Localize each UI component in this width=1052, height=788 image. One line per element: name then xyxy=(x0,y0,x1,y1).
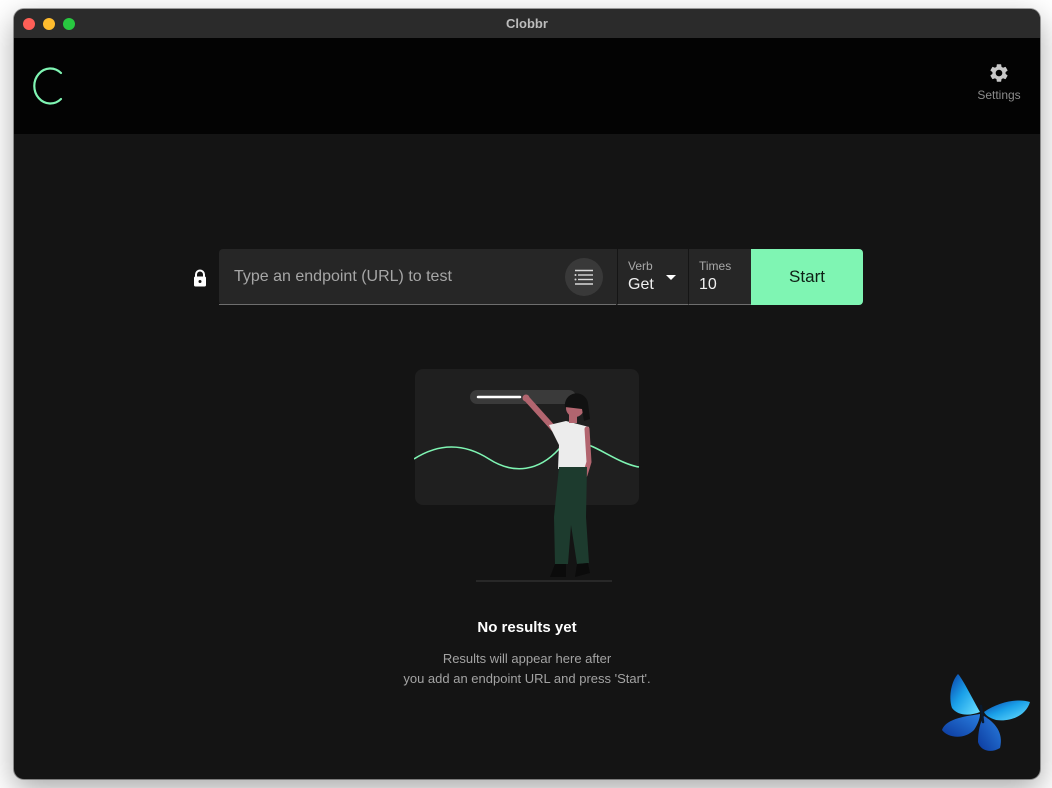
times-label: Times xyxy=(699,259,732,273)
lock-icon[interactable] xyxy=(192,268,208,288)
settings-label: Settings xyxy=(977,88,1021,102)
empty-state-description: Results will appear here after you add a… xyxy=(14,649,1040,689)
verb-value: Get xyxy=(628,276,654,293)
verb-select[interactable]: Verb Get xyxy=(617,249,688,305)
clobbr-logo-icon xyxy=(33,67,63,105)
settings-button[interactable]: Settings xyxy=(974,62,1024,102)
times-input[interactable]: Times 10 xyxy=(688,249,751,305)
url-input[interactable] xyxy=(232,249,556,305)
chevron-down-icon xyxy=(666,275,676,280)
title-bar[interactable]: Clobbr xyxy=(14,9,1040,39)
butterfly-icon xyxy=(942,674,1030,751)
empty-state-line-1: Results will appear here after xyxy=(442,651,612,666)
times-value[interactable]: 10 xyxy=(699,276,717,294)
request-options-button[interactable] xyxy=(565,258,603,296)
empty-state-illustration xyxy=(414,369,640,582)
start-button[interactable]: Start xyxy=(751,249,863,305)
window-title: Clobbr xyxy=(506,16,548,31)
empty-state-line-2: you add an endpoint URL and press 'Start… xyxy=(403,671,651,686)
app-header: Settings xyxy=(14,38,1040,134)
request-bar: Verb Get Times 10 Start xyxy=(219,249,863,305)
gear-icon xyxy=(990,64,1008,82)
options-list-icon xyxy=(574,269,593,285)
empty-state-title: No results yet xyxy=(477,619,577,636)
app-window: Clobbr Settings Type an endpoint (URL) t… xyxy=(14,9,1040,779)
verb-label: Verb xyxy=(628,259,653,273)
url-field[interactable] xyxy=(219,249,616,305)
